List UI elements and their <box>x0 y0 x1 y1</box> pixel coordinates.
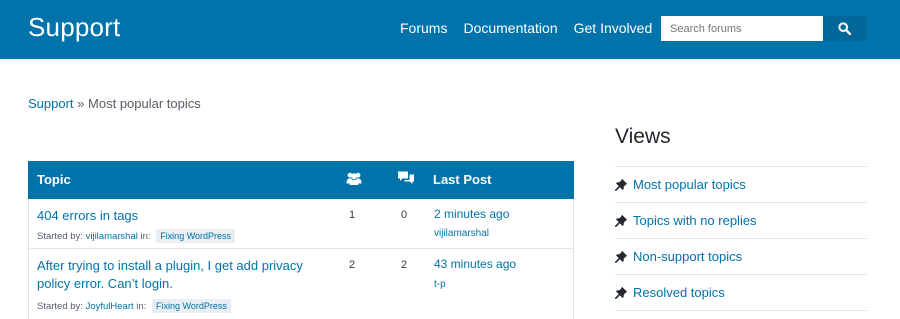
in-label: in: <box>136 301 147 312</box>
site-header: Support Forums Documentation Get Involve… <box>0 0 900 59</box>
forum-badge[interactable]: Fixing WordPress <box>151 299 231 313</box>
breadcrumb-separator: » <box>77 96 85 111</box>
search-button[interactable] <box>823 16 866 41</box>
topic-meta: Started by: JoyfulHeart in: Fixing WordP… <box>37 299 231 313</box>
topics-table: Topic Last Post 404 errors in tags Start… <box>28 161 574 319</box>
table-row: After trying to install a plugin, I get … <box>28 249 574 319</box>
pin-icon <box>615 286 633 299</box>
views-list: Most popular topics Topics with no repli… <box>615 166 867 311</box>
view-non-support-link[interactable]: Non-support topics <box>633 249 742 264</box>
last-post-author-link[interactable]: vijilamarshal <box>434 228 489 239</box>
breadcrumb-home-link[interactable]: Support <box>28 96 74 111</box>
site-brand-link[interactable]: Support <box>28 12 120 43</box>
post-count: 2 <box>401 259 408 271</box>
topic-title-link[interactable]: 404 errors in tags <box>37 207 327 225</box>
header-last-post: Last Post <box>433 172 492 187</box>
nav-documentation[interactable]: Documentation <box>463 19 557 37</box>
started-by-label: Started by: <box>37 231 83 242</box>
views-item: Non-support topics <box>615 239 867 275</box>
forum-badge[interactable]: Fixing WordPress <box>156 229 236 243</box>
search-icon <box>838 22 851 35</box>
views-item: Topics with no replies <box>615 203 867 239</box>
view-most-popular-link[interactable]: Most popular topics <box>633 177 746 192</box>
speech-bubbles-icon <box>397 170 415 190</box>
main-nav: Forums Documentation Get Involved <box>400 19 668 37</box>
freshness-link[interactable]: 2 minutes ago <box>434 207 509 221</box>
topic-author-link[interactable]: JoyfulHeart <box>86 301 134 312</box>
search-input[interactable] <box>661 16 823 41</box>
search-form <box>661 16 866 41</box>
views-sidebar: Views Most popular topics Topics with no… <box>615 124 867 311</box>
nav-forums[interactable]: Forums <box>400 19 447 37</box>
views-item: Resolved topics <box>615 275 867 311</box>
pin-icon <box>615 250 633 263</box>
topic-author-link[interactable]: vijilamarshal <box>86 231 138 242</box>
views-item: Most popular topics <box>615 167 867 203</box>
people-icon <box>346 171 362 189</box>
view-no-replies-link[interactable]: Topics with no replies <box>633 213 757 228</box>
breadcrumb: Support » Most popular topics <box>28 96 201 111</box>
pin-icon <box>615 178 633 191</box>
nav-get-involved[interactable]: Get Involved <box>574 19 653 37</box>
pin-icon <box>615 214 633 227</box>
voice-count: 2 <box>349 259 356 271</box>
in-label: in: <box>140 231 151 242</box>
header-topic: Topic <box>37 172 71 187</box>
voice-count: 1 <box>349 209 356 221</box>
last-post-author-link[interactable]: t-p <box>434 279 446 290</box>
freshness-link[interactable]: 43 minutes ago <box>434 257 516 271</box>
view-resolved-link[interactable]: Resolved topics <box>633 285 725 300</box>
views-title: Views <box>615 125 671 148</box>
topic-meta: Started by: vijilamarshal in: Fixing Wor… <box>37 229 236 243</box>
breadcrumb-current: Most popular topics <box>88 96 201 111</box>
table-row: 404 errors in tags Started by: vijilamar… <box>28 199 574 249</box>
started-by-label: Started by: <box>37 301 83 312</box>
topics-table-header: Topic Last Post <box>28 161 574 199</box>
post-count: 0 <box>401 209 408 221</box>
topic-title-link[interactable]: After trying to install a plugin, I get … <box>37 257 327 293</box>
